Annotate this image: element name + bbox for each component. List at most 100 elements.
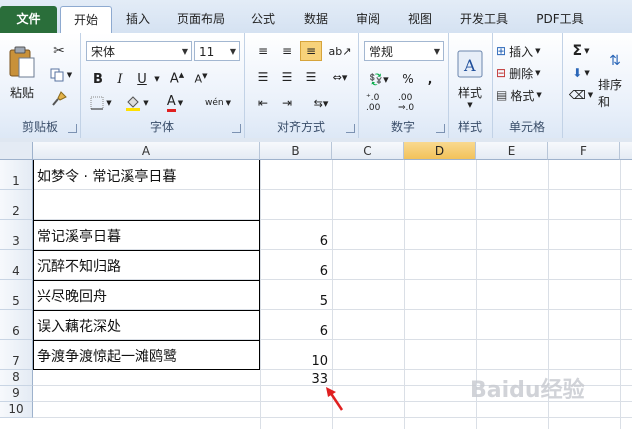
tab-insert[interactable]: 插入	[120, 6, 156, 33]
gridline	[260, 160, 261, 429]
fill-color-button[interactable]: ▼	[122, 93, 152, 113]
alignment-launcher[interactable]	[346, 124, 355, 133]
sort-filter-button[interactable]: ⇅	[598, 41, 632, 81]
gridline	[33, 417, 632, 418]
tab-view[interactable]: 视图	[402, 6, 438, 33]
tab-page-layout[interactable]: 页面布局	[171, 6, 231, 33]
row-header-1[interactable]: 1	[0, 160, 33, 190]
decrease-font-button[interactable]: A▼	[190, 69, 212, 89]
column-header-g[interactable]	[620, 142, 632, 160]
format-cells-icon: ▤	[496, 88, 508, 102]
row-header-8[interactable]: 8	[0, 370, 33, 386]
decrease-decimal-button[interactable]: .00 ⇒.0	[398, 93, 426, 113]
cell-b8[interactable]: 33	[262, 372, 328, 387]
delete-cells-button[interactable]: ⊟ 删除 ▼	[496, 63, 558, 83]
tab-pdf-tools[interactable]: PDF工具	[530, 6, 590, 33]
insert-cells-button[interactable]: ⊞ 插入 ▼	[496, 41, 558, 61]
chevron-down-icon[interactable]: ▼	[152, 69, 162, 89]
number-format-combo[interactable]: 常规 ▼	[364, 41, 444, 61]
comma-style-button[interactable]: ,	[420, 69, 440, 89]
cell-b4[interactable]: 6	[262, 264, 328, 279]
align-right-button[interactable]: ☰	[300, 67, 322, 87]
font-launcher[interactable]	[232, 124, 241, 133]
cell-a3[interactable]: 常记溪亭日暮	[37, 222, 121, 250]
format-painter-button[interactable]	[48, 89, 70, 109]
font-color-button[interactable]: A ▼	[160, 93, 190, 113]
row-header-9[interactable]: 9	[0, 386, 33, 402]
underline-button[interactable]: U	[132, 69, 152, 89]
row-header-6[interactable]: 6	[0, 310, 33, 340]
decrease-indent-button[interactable]: ⇤	[252, 93, 274, 113]
cell-b3[interactable]: 6	[262, 234, 328, 249]
column-header-e[interactable]: E	[476, 142, 548, 160]
fill-button[interactable]: ⬇ ▼	[568, 63, 594, 83]
insert-label: 插入	[509, 44, 534, 59]
worksheet[interactable]: A B C D E F 1 2 3 4 5 6 7 8 9 10 如梦令 · 常…	[0, 142, 632, 429]
wrap-text-button[interactable]: ⇆▾	[306, 93, 336, 113]
cell-b7[interactable]: 10	[262, 354, 328, 369]
group-editing: Σ ▼ ⬇ ▼ ⌫ ▼ ⇅ 排序和	[562, 33, 632, 138]
delete-cells-icon: ⊟	[496, 66, 507, 80]
borders-button[interactable]: ▼	[88, 93, 114, 113]
tab-review[interactable]: 审阅	[350, 6, 386, 33]
select-all-corner[interactable]	[0, 142, 33, 160]
bold-button[interactable]: B	[88, 69, 108, 89]
copy-button[interactable]: ▼	[48, 65, 74, 85]
column-header-a[interactable]: A	[33, 142, 260, 160]
row-header-3[interactable]: 3	[0, 220, 33, 250]
column-header-c[interactable]: C	[332, 142, 404, 160]
merge-center-button[interactable]: ⇔▾	[326, 67, 354, 87]
styles-group-label: 样式	[457, 120, 482, 134]
tab-data[interactable]: 数据	[298, 6, 334, 33]
cut-button[interactable]: ✂	[48, 41, 70, 61]
italic-button[interactable]: I	[110, 69, 130, 89]
autosum-button[interactable]: Σ ▼	[568, 41, 594, 61]
gridline	[620, 160, 621, 429]
font-size-combo[interactable]: 11 ▼	[194, 41, 240, 61]
cell-a6[interactable]: 误入藕花深处	[37, 312, 121, 340]
align-bottom-button[interactable]: ≡	[300, 41, 322, 61]
cell-a5[interactable]: 兴尽晚回舟	[37, 282, 107, 310]
increase-indent-button[interactable]: ⇥	[276, 93, 298, 113]
red-arrow-icon	[326, 387, 344, 411]
phonetic-button[interactable]: wén ▼	[200, 93, 236, 113]
accounting-format-button[interactable]: 💱▾	[364, 69, 394, 89]
alignment-group-label: 对齐方式	[276, 120, 325, 134]
cell-a4[interactable]: 沉醉不知归路	[37, 252, 121, 280]
styles-button[interactable]: A 样式 ▼	[452, 39, 488, 119]
tab-developer[interactable]: 开发工具	[454, 6, 514, 33]
tab-home[interactable]: 开始	[60, 6, 112, 35]
cell-a1[interactable]: 如梦令 · 常记溪亭日暮	[37, 162, 176, 190]
increase-decimal-button[interactable]: ⁺.0 .00	[366, 93, 394, 113]
clear-button[interactable]: ⌫ ▼	[568, 85, 594, 105]
row-header-4[interactable]: 4	[0, 250, 33, 280]
align-middle-button[interactable]: ≡	[276, 41, 298, 61]
percent-button[interactable]: %	[398, 69, 418, 89]
sort-filter-label: 排序和	[598, 78, 623, 109]
align-center-button[interactable]: ☰	[276, 67, 298, 87]
row-header-7[interactable]: 7	[0, 340, 33, 370]
align-left-button[interactable]: ☰	[252, 67, 274, 87]
row-header-2[interactable]: 2	[0, 190, 33, 220]
cell-a7[interactable]: 争渡争渡惊起一滩鸥鹭	[37, 342, 177, 370]
column-header-f[interactable]: F	[548, 142, 620, 160]
format-cells-button[interactable]: ▤ 格式 ▼	[496, 85, 558, 105]
tab-file[interactable]: 文件	[0, 6, 57, 33]
tab-formulas[interactable]: 公式	[246, 6, 280, 33]
decrease-decimal-icon: .00 ⇒.0	[398, 93, 415, 113]
row-header-5[interactable]: 5	[0, 280, 33, 310]
font-name-combo[interactable]: 宋体 ▼	[86, 41, 192, 61]
column-header-d[interactable]: D	[404, 142, 476, 160]
cell-b6[interactable]: 6	[262, 324, 328, 339]
column-header-b[interactable]: B	[260, 142, 332, 160]
number-launcher[interactable]	[436, 124, 445, 133]
paste-button[interactable]: 粘贴	[4, 39, 40, 107]
group-alignment: ≡ ≡ ≡ ab↗ ☰ ☰ ☰ ⇔▾ ⇤ ⇥ ⇆▾ 对齐方式	[244, 33, 359, 138]
row-header-10[interactable]: 10	[0, 402, 33, 418]
cell-border	[33, 220, 260, 221]
clipboard-launcher[interactable]	[68, 124, 77, 133]
cell-b5[interactable]: 5	[262, 294, 328, 309]
increase-font-button[interactable]: A▲	[166, 69, 188, 89]
align-top-button[interactable]: ≡	[252, 41, 274, 61]
orientation-button[interactable]: ab↗	[326, 41, 354, 61]
